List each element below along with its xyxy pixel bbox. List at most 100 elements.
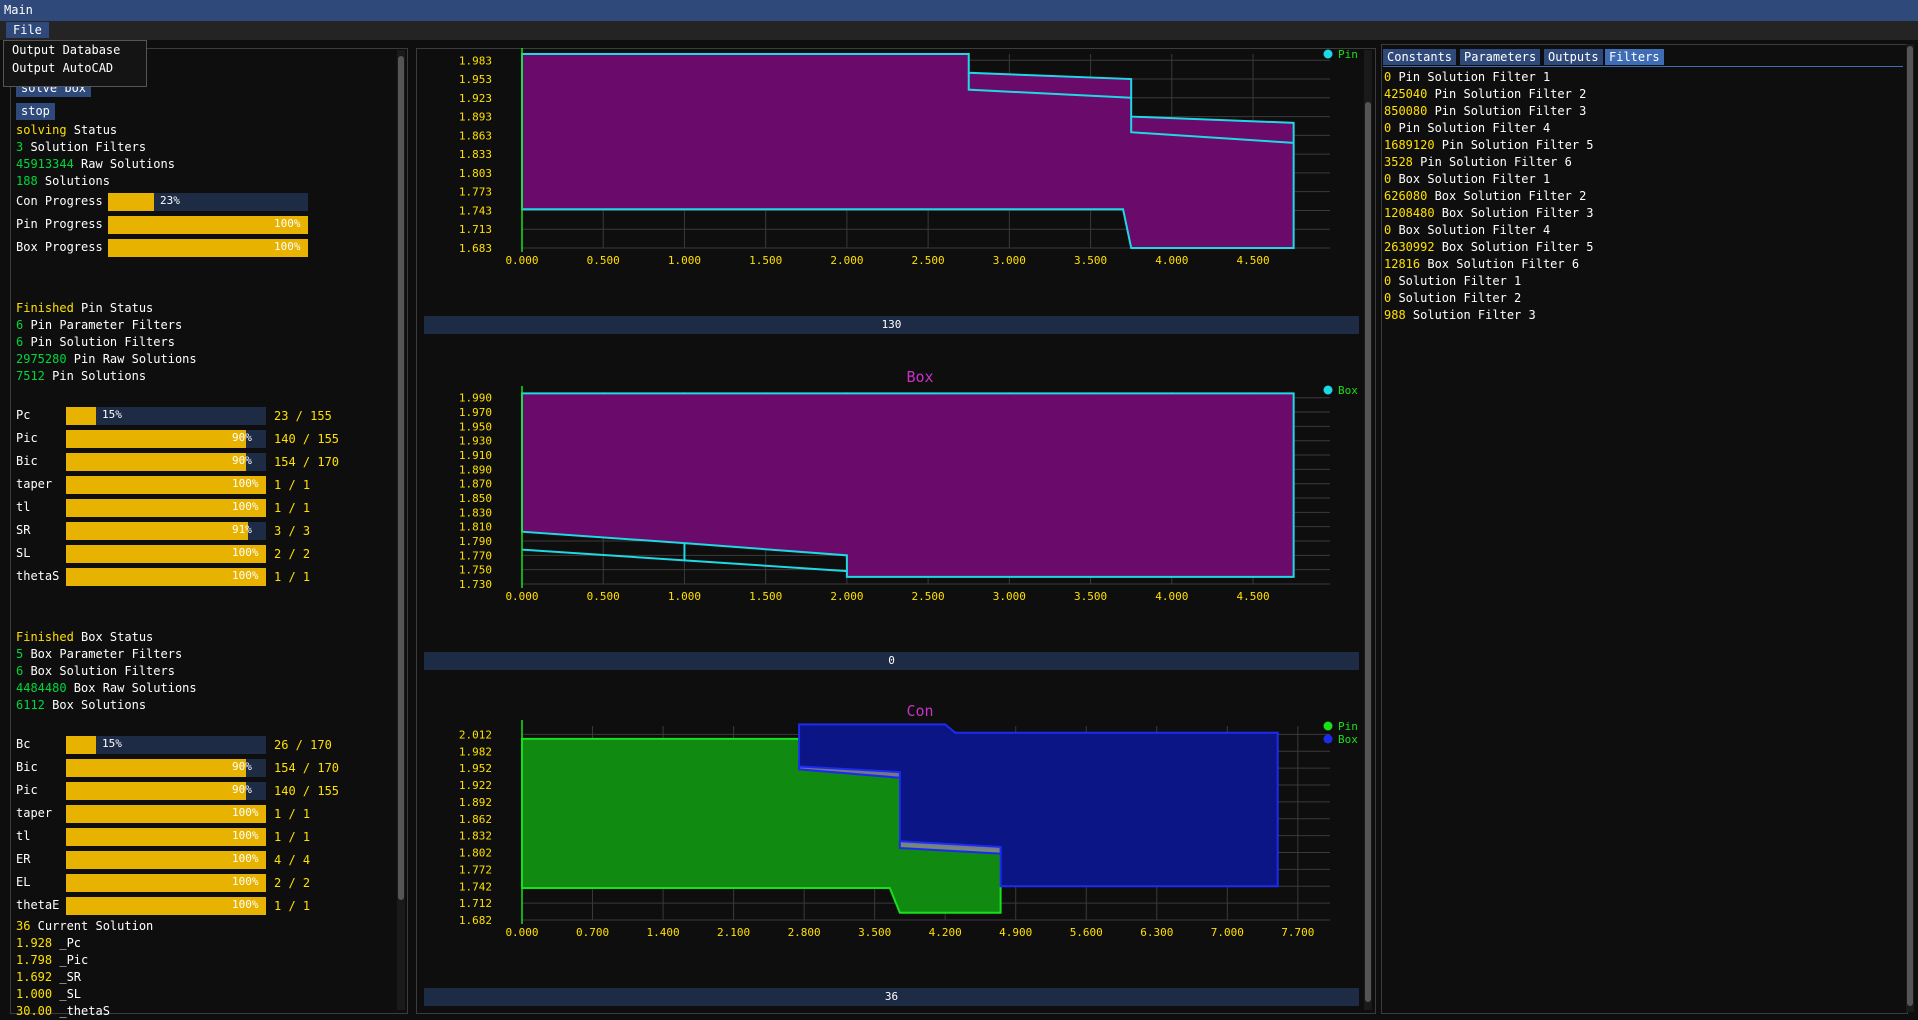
con-solution-slider[interactable]: 36 [424, 988, 1359, 1006]
x-tick-label: 2.100 [717, 926, 750, 939]
filter-line: 0 Box Solution Filter 4 [1384, 222, 1550, 239]
file-dropdown-menu: Output Database Output AutoCAD [3, 40, 147, 87]
tab-outputs[interactable]: Outputs [1544, 49, 1603, 65]
x-tick-label: 4.000 [1155, 590, 1188, 603]
y-tick-label: 1.713 [459, 223, 492, 236]
filter-line: 3528 Pin Solution Filter 6 [1384, 154, 1572, 171]
pin-status-line: 6 Pin Parameter Filters [16, 317, 182, 334]
current-solution-line-value: 1.000 [16, 987, 53, 1001]
pin-param-count: 1 / 1 [274, 501, 311, 515]
box-param-count: 2 / 2 [274, 876, 311, 890]
y-tick-label: 1.712 [459, 897, 492, 910]
x-tick-label: 1.500 [749, 254, 782, 267]
current-solution-line-value: 1.692 [16, 970, 53, 984]
pin-chart: 0.000 0.500 1.000 1.500 2.000 2.500 3.000 3.500… [459, 48, 1358, 267]
y-tick-label: 1.952 [459, 762, 492, 775]
status-line-value: 188 [16, 174, 38, 188]
stop-button[interactable]: stop [16, 103, 55, 120]
y-tick-label: 1.743 [459, 204, 492, 217]
y-tick-label: 1.983 [459, 54, 492, 67]
pin-param-percent: 100% [232, 569, 259, 582]
filter-line: 850080 Pin Solution Filter 3 [1384, 103, 1586, 120]
current-solution-line-label: _SR [52, 970, 82, 984]
pin-param-label: Pic [16, 431, 38, 445]
x-tick-label: 5.600 [1070, 926, 1103, 939]
progress-percent: 100% [274, 240, 301, 253]
left-scrollbar-thumb[interactable] [398, 56, 404, 900]
y-tick-label: 1.930 [459, 435, 492, 448]
current-solution-line-label: _Pc [52, 936, 82, 950]
left-scrollbar[interactable] [397, 50, 405, 1010]
filter-name: Box Solution Filter 6 [1420, 257, 1580, 271]
filter-count: 988 [1384, 308, 1406, 322]
pin-param-label: thetaS [16, 569, 60, 583]
filter-line: 0 Solution Filter 1 [1384, 273, 1521, 290]
current-solution-line: 36 Current Solution [16, 918, 153, 935]
box-param-fill [66, 782, 246, 800]
tab-parameters[interactable]: Parameters [1460, 49, 1541, 65]
current-solution-line-label: Current Solution [30, 919, 154, 933]
pin-param-count: 154 / 170 [274, 455, 340, 469]
right-scrollbar-thumb[interactable] [1907, 46, 1913, 1006]
box-status-line-label: Box Solutions [44, 698, 147, 712]
current-solution-line-value: 36 [16, 919, 31, 933]
chart-title: Box [906, 368, 933, 386]
box-param-percent: 100% [232, 852, 259, 865]
y-tick-label: 1.773 [459, 186, 492, 199]
x-tick-label: 4.500 [1236, 590, 1269, 603]
x-tick-label: 3.500 [1074, 590, 1107, 603]
box-param-bar: 100% [66, 828, 266, 846]
box-param-label: Bc [16, 737, 31, 751]
filter-count: 626080 [1384, 189, 1428, 203]
y-tick-label: 1.772 [459, 863, 492, 876]
y-tick-label: 1.830 [459, 506, 492, 519]
y-tick-label: 1.810 [459, 521, 492, 534]
progress-fill [108, 193, 154, 211]
filter-name: Pin Solution Filter 2 [1427, 87, 1587, 101]
pin-param-percent: 100% [232, 500, 259, 513]
x-tick-label: 1.500 [749, 590, 782, 603]
x-tick-label: 2.500 [912, 254, 945, 267]
x-tick-label: 0.500 [587, 254, 620, 267]
x-tick-label: 1.000 [668, 590, 701, 603]
x-tick-label: 2.500 [912, 590, 945, 603]
x-tick-label: 1.000 [668, 254, 701, 267]
y-tick-label: 1.862 [459, 813, 492, 826]
menu-item-output-database[interactable]: Output Database [4, 41, 146, 59]
y-tick-label: 1.923 [459, 92, 492, 105]
progress-percent: 100% [274, 217, 301, 230]
box-status-line-value: 6112 [16, 698, 45, 712]
tab-filters[interactable]: Filters [1605, 49, 1664, 65]
x-tick-label: 0.000 [505, 254, 538, 267]
pin-param-bar: 100% [66, 545, 266, 563]
x-tick-label: 2.000 [830, 590, 863, 603]
current-solution-line-value: 1.928 [16, 936, 53, 950]
menu-file[interactable]: File [6, 22, 49, 38]
menu-item-output-autocad[interactable]: Output AutoCAD [4, 59, 146, 77]
legend-label: Pin [1338, 720, 1358, 733]
box-param-percent: 100% [232, 806, 259, 819]
window-title: Main [4, 3, 33, 17]
pin-param-count: 1 / 1 [274, 570, 311, 584]
pin-param-percent: 15% [102, 408, 122, 421]
box-param-label: Bic [16, 760, 38, 774]
pin-param-percent: 90% [232, 431, 252, 444]
y-tick-label: 1.970 [459, 406, 492, 419]
right-scrollbar[interactable] [1906, 44, 1914, 1012]
box-param-count: 140 / 155 [274, 784, 340, 798]
current-solution-line: 1.928 _Pc [16, 935, 81, 952]
pin-status-line-value: 7512 [16, 369, 45, 383]
pin-solution-slider[interactable]: 130 [424, 316, 1359, 334]
box-solution-slider[interactable]: 0 [424, 652, 1359, 670]
y-tick-label: 1.730 [459, 578, 492, 591]
con-chart: Con 0.000 0.700 1.400 2.100 2.800 3.500 4.200 4.… [459, 702, 1358, 939]
box-status-line: Finished Box Status [16, 629, 153, 646]
pin-param-percent: 100% [232, 546, 259, 559]
tab-constants[interactable]: Constants [1383, 49, 1457, 65]
y-tick-label: 1.892 [459, 796, 492, 809]
y-tick-label: 1.950 [459, 420, 492, 433]
filter-line: 0 Box Solution Filter 1 [1384, 171, 1550, 188]
progress-bar: 23% [108, 193, 308, 211]
pin-param-bar: 15% [66, 407, 266, 425]
y-tick-label: 1.863 [459, 129, 492, 142]
